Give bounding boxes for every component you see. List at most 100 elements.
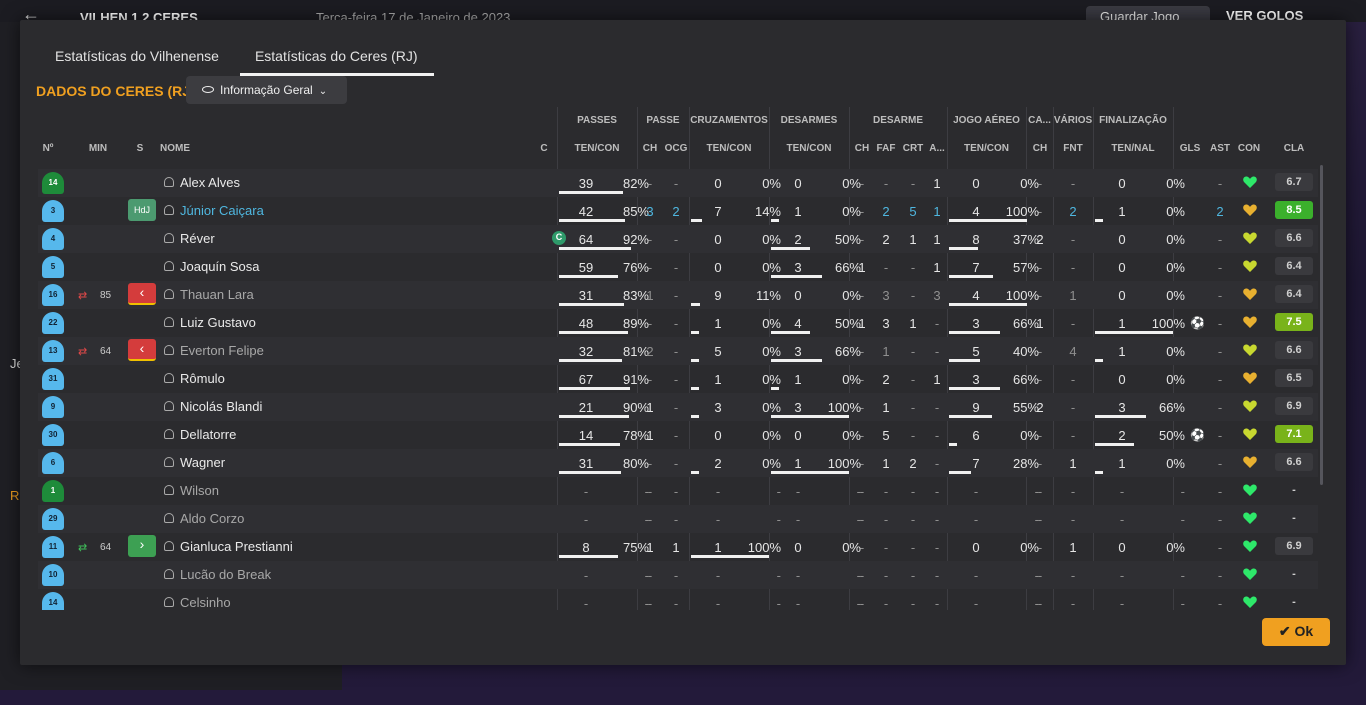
stat-cach: 1 [1036,316,1044,331]
stat-cach: - [1037,372,1043,387]
player-name[interactable]: Dellatorre [180,427,236,442]
player-name[interactable]: Gianluca Prestianni [180,539,293,554]
view-dropdown[interactable]: Informação Geral ⌄ [186,76,347,104]
table-row[interactable]: 1 Wilson - - - - - - - - - - - - - - - - - - - - [38,477,1318,505]
table-row[interactable]: 3 HdJ Júnior Caiçara 42 85% 7 14% 1 0% 4 100% 1 0% 3 2… [38,197,1318,225]
player-name[interactable]: Júnior Caiçara [180,203,264,218]
stat-f-count: 0 [1118,372,1126,387]
stat-d-bar [771,275,822,278]
column-header-c[interactable]: C [538,143,550,154]
table-row[interactable]: 9 Nicolás Blandi 21 90% 3 0% 3 100% 9 55% 3 66% 1- -1… [38,393,1318,421]
scrollbar[interactable] [1320,165,1323,485]
table-row[interactable]: 10 Lucão do Break - - - - - - - - - - - - - - - - - - - - [38,561,1318,589]
table-row[interactable]: 22 Luiz Gustavo 48 89% 1 0% 4 50% 3 66% 1 100% - -1 3 1… [38,309,1318,337]
table-row[interactable]: 30 Dellatorre 14 78% 0 0% 0 0% 6 0% 2 50% 1- -5- - - - - ⚽… [38,421,1318,449]
condition-heart-icon [1243,176,1257,188]
stat-j-count: 8 [972,232,980,247]
chevron-down-icon: ⌄ [318,86,328,97]
column-header-nome[interactable]: NOME [160,143,200,154]
player-name[interactable]: Everton Felipe [180,343,264,358]
stat-c-bar [691,331,699,334]
stat-f-count: 2 [1118,428,1126,443]
stat-d-count: 2 [794,232,802,247]
column-header-tencon2[interactable]: TEN/CON [689,143,769,154]
tab-ceres[interactable]: Estatísticas do Ceres (RJ) [239,44,434,76]
stat-ast: - [1217,484,1223,499]
stat-dch: - [859,568,865,583]
shirt-number: 4 [42,228,64,250]
player-headset-icon [164,373,174,383]
stat-d-bar [771,471,849,474]
stat-c-count: - [715,596,721,610]
stat-ocg: - [673,316,679,331]
player-name[interactable]: Joaquín Sosa [180,259,260,274]
player-name[interactable]: Lucão do Break [180,567,271,582]
stat-ch: 2 [646,344,654,359]
stat-c-bar [691,303,700,306]
column-header-tennal[interactable]: TEN/NAL [1093,143,1173,154]
stat-p-count: 67 [578,372,594,387]
player-headset-icon [164,569,174,579]
stat-f-count: 0 [1118,540,1126,555]
column-header-tencon3[interactable]: TEN/CON [769,143,849,154]
table-row[interactable]: 14 Celsinho - - - - - - - - - - - - - - - - - - - - [38,589,1318,610]
player-name[interactable]: Réver [180,231,215,246]
player-name[interactable]: Celsinho [180,595,231,610]
tab-vilhenense[interactable]: Estatísticas do Vilhenense [40,44,235,76]
column-header-cla[interactable]: CLA [1282,143,1306,154]
column-header-gls[interactable]: GLS [1178,143,1202,154]
table-row[interactable]: 16 ⇄ 85 ‹ Thauan Lara 31 83% 9 11% 0 0% 4 100% 0 0% 1- -… [38,281,1318,309]
player-name[interactable]: Nicolás Blandi [180,399,262,414]
table-row[interactable]: 6 Wagner 31 80% 2 0% 1 100% 7 28% 1 0% - - -1 2- -1-6.6 [38,449,1318,477]
shirt-number: 10 [42,564,64,586]
stat-j-count: 3 [972,372,980,387]
stat-ch: - [647,316,653,331]
stat-c-bar [691,219,702,222]
stat-c-percent: - [776,512,781,527]
column-header-a[interactable]: A... [926,143,948,154]
player-name[interactable]: Rômulo [180,371,225,386]
column-header-fnt[interactable]: FNT [1060,143,1086,154]
stat-d-count: 0 [794,288,802,303]
stat-c-count: 0 [714,260,722,275]
stat-f-percent: 0% [1166,232,1185,247]
player-name[interactable]: Wilson [180,483,219,498]
player-name[interactable]: Aldo Corzo [180,511,244,526]
column-header-ch2[interactable]: CH [852,143,872,154]
table-row[interactable]: 13 ⇄ 64 ‹ Everton Felipe 32 81% 5 0% 3 66% 5 40% 1 0% 2… [38,337,1318,365]
column-header-min[interactable]: MIN [86,143,110,154]
ok-button[interactable]: ✔ Ok [1262,618,1330,646]
column-header-faf[interactable]: FAF [876,143,896,154]
table-row[interactable]: 31 Rômulo 67 91% 1 0% 1 0% 3 66% 0 0% - - -2-1- - -6.5 [38,365,1318,393]
player-name[interactable]: Thauan Lara [180,287,254,302]
column-header-s[interactable]: S [134,143,146,154]
stat-ocg: - [673,288,679,303]
column-header-num[interactable]: Nº [40,143,56,154]
stat-faf: - [883,568,889,583]
stat-f-bar [1095,443,1134,446]
stat-p-bar [559,555,618,558]
table-row[interactable]: 11 ⇄ 64 › Gianluca Prestianni 8 75% 1 100% 0 0% 0 0%… [38,533,1318,561]
stat-fnt: 1 [1069,288,1077,303]
condition-heart-icon [1243,484,1257,496]
table-row[interactable]: 4 Réver C 64 92% 0 0% 2 50% 8 37% 0 0% - - -2 1 1 2- -6.6 [38,225,1318,253]
table-row[interactable]: 29 Aldo Corzo - - - - - - - - - - - - - - - - - - - - [38,505,1318,533]
column-header-con[interactable]: CON [1236,143,1262,154]
column-header-ocg[interactable]: OCG [664,143,688,154]
stat-p-count: 31 [578,456,594,471]
stat-f-count: 0 [1118,176,1126,191]
column-header-tencon1[interactable]: TEN/CON [557,143,637,154]
group-header-varios: VÁRIOS [1053,115,1093,126]
column-header-ch1[interactable]: CH [640,143,660,154]
player-name[interactable]: Luiz Gustavo [180,315,256,330]
table-row[interactable]: 14 Alex Alves 39 82% 0 0% 0 0% 0 0% 0 0% - - - - -1- - -6.… [38,169,1318,197]
column-header-tencon4[interactable]: TEN/CON [947,143,1026,154]
player-name[interactable]: Wagner [180,455,225,470]
column-header-crt[interactable]: CRT [902,143,924,154]
column-header-ch3[interactable]: CH [1030,143,1050,154]
table-row[interactable]: 5 Joaquín Sosa 59 76% 0 0% 3 66% 7 57% 0 0% - -1- -1- -… [38,253,1318,281]
player-name[interactable]: Alex Alves [180,175,240,190]
column-header-ast[interactable]: AST [1208,143,1232,154]
player-rating: 6.4 [1275,285,1313,303]
stat-cach: - [1037,176,1043,191]
